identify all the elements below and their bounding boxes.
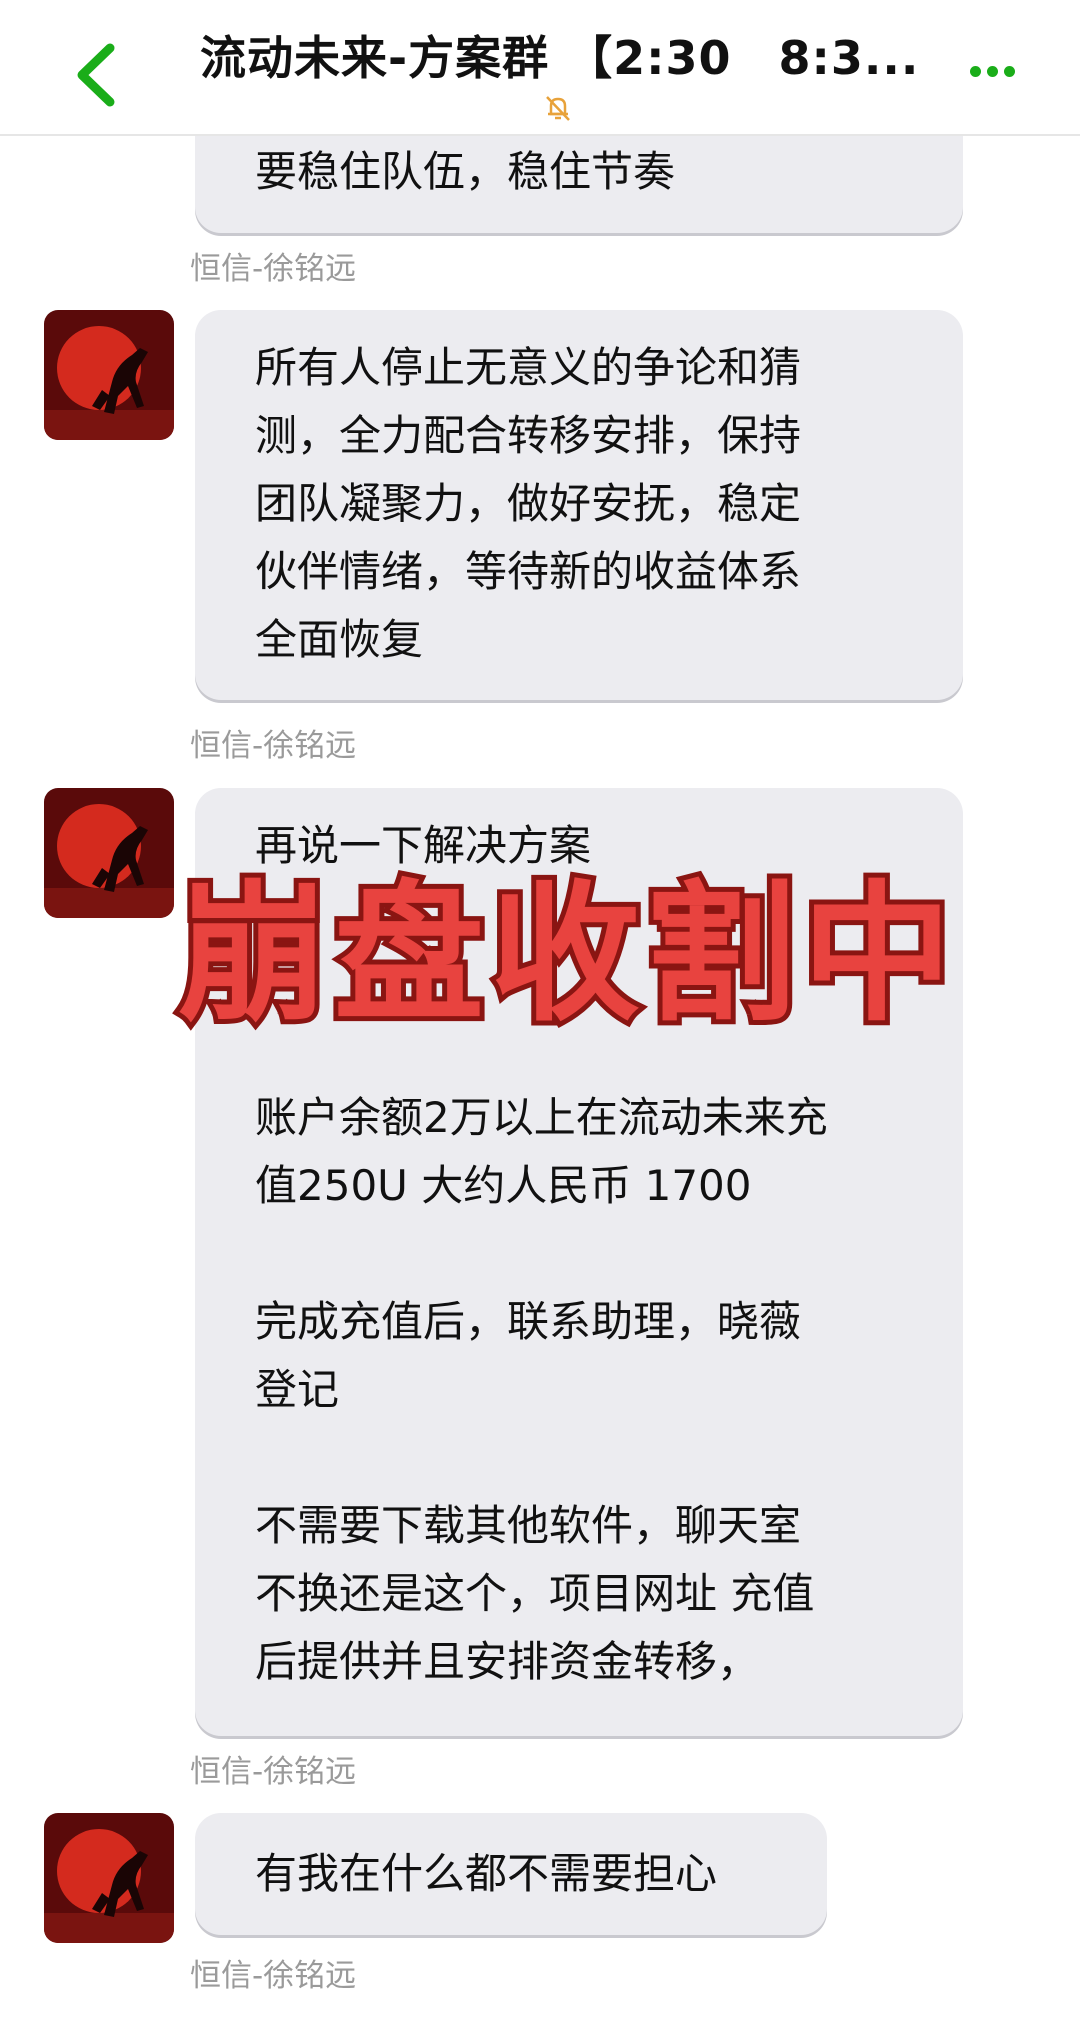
more-dots-icon xyxy=(970,66,981,77)
sender-name: 恒信-徐铭远 xyxy=(190,728,357,764)
message-bubble[interactable]: 有我在什么都不需要担心 xyxy=(195,1813,827,1935)
chat-header: 流动未来-方案群 【2:30 8:3... xyxy=(0,0,1080,136)
overlay-caption: 崩盘收割中 xyxy=(173,868,958,1042)
horse-avatar xyxy=(44,310,174,440)
chevron-left-icon xyxy=(77,43,115,107)
avatar[interactable] xyxy=(44,310,174,440)
chat-title: 流动未来-方案群 【2:30 8:3... xyxy=(200,31,920,85)
message-text: 要稳住队伍，稳住节奏 xyxy=(255,147,676,196)
message-bubble[interactable]: 所有人停止无意义的争论和猜 测，全力配合转移安排，保持 团队凝聚力，做好安抚，稳… xyxy=(195,310,963,700)
message-text: 所有人停止无意义的争论和猜 测，全力配合转移安排，保持 团队凝聚力，做好安抚，稳… xyxy=(255,343,802,664)
horse-avatar xyxy=(44,1813,174,1943)
bell-off-icon xyxy=(543,93,573,123)
more-options-button[interactable] xyxy=(970,62,1030,82)
sender-name: 恒信-徐铭远 xyxy=(190,1754,357,1790)
message-text: 有我在什么都不需要担心 xyxy=(255,1849,718,1898)
sender-name: 恒信-徐铭远 xyxy=(190,251,357,287)
back-button[interactable] xyxy=(70,40,130,110)
sender-name: 恒信-徐铭远 xyxy=(190,1958,357,1994)
avatar[interactable] xyxy=(44,1813,174,1943)
